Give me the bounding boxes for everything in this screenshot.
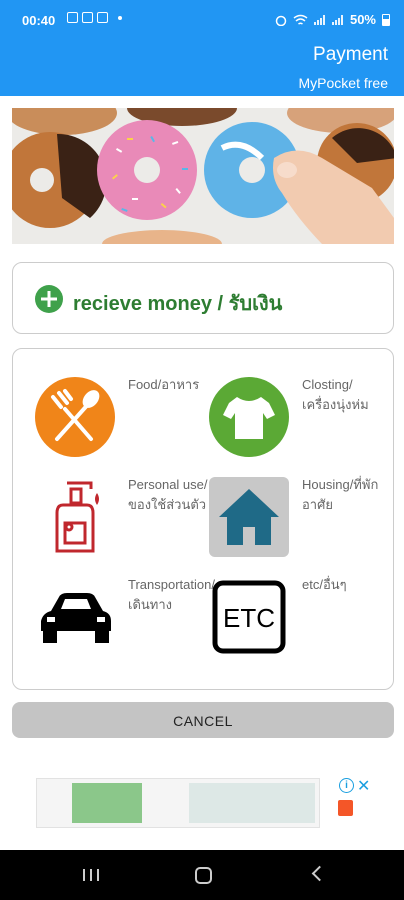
more-notifications-icon — [118, 15, 122, 20]
receive-money-label: recieve money / รับเงิน — [73, 293, 283, 315]
category-food[interactable]: Food/อาหาร — [33, 375, 213, 475]
ad-info-icon[interactable]: i — [339, 778, 354, 793]
app-name: MyPocket free — [298, 75, 388, 91]
back-icon[interactable] — [311, 865, 328, 882]
status-right: 50% — [275, 12, 390, 27]
home-icon[interactable] — [195, 867, 212, 884]
category-etc[interactable]: ETC etc/อื่นๆ — [207, 575, 387, 675]
shirt-icon — [209, 377, 289, 457]
category-housing[interactable]: Housing/ที่พักอาศัย — [207, 475, 387, 575]
wifi-icon — [293, 14, 308, 25]
category-clothing[interactable]: Closting/เครื่องนุ่งห่ม — [207, 375, 387, 475]
page-title: Payment — [313, 44, 388, 65]
category-personal-use[interactable]: Personal use/ของใช้ส่วนตัว — [33, 475, 213, 575]
soap-dispenser-icon — [55, 481, 99, 553]
ad-image — [72, 783, 142, 823]
ad-close-icon[interactable]: ✕ — [357, 776, 370, 796]
category-label: Transportation/เดินทาง — [128, 577, 215, 612]
media-icon — [82, 12, 93, 23]
plus-circle-icon — [35, 285, 63, 313]
expense-categories: Food/อาหาร Closting/เครื่องนุ่งห่ม Perso… — [12, 348, 394, 690]
ad-hose-image — [189, 783, 315, 823]
category-label: Housing/ที่พักอาศัย — [302, 477, 379, 512]
shop-bag-icon — [338, 800, 353, 816]
donut-banner-image — [12, 108, 394, 244]
status-bar: 00:40 50% — [0, 0, 404, 40]
fork-spoon-icon — [35, 377, 115, 457]
category-label: Food/อาหาร — [128, 377, 200, 392]
signal2-icon — [332, 14, 343, 25]
house-icon — [209, 477, 289, 557]
cancel-button[interactable]: CANCEL — [12, 702, 394, 738]
gallery-icon — [67, 12, 78, 23]
car-icon — [41, 593, 111, 643]
category-label: Closting/เครื่องนุ่งห่ม — [302, 377, 369, 412]
app-notification-icon — [97, 12, 108, 23]
receive-money-button[interactable]: recieve money / รับเงิน — [12, 262, 394, 334]
alarm-icon — [275, 15, 287, 26]
etc-icon-text: ETC — [223, 603, 275, 633]
notification-icons — [67, 12, 122, 23]
category-label: Personal use/ของใช้ส่วนตัว — [128, 477, 208, 512]
signal-icon — [314, 14, 325, 25]
status-time: 00:40 — [22, 13, 56, 28]
category-transportation[interactable]: Transportation/เดินทาง — [33, 575, 215, 675]
battery-percent: 50% — [349, 12, 376, 27]
category-label: etc/อื่นๆ — [302, 577, 347, 592]
recent-apps-icon[interactable] — [83, 869, 99, 881]
ad-banner[interactable] — [36, 778, 320, 828]
etc-icon: ETC — [212, 580, 286, 654]
battery-icon — [382, 13, 390, 26]
system-nav-bar — [0, 850, 404, 900]
app-bar: Payment MyPocket free — [0, 40, 404, 96]
